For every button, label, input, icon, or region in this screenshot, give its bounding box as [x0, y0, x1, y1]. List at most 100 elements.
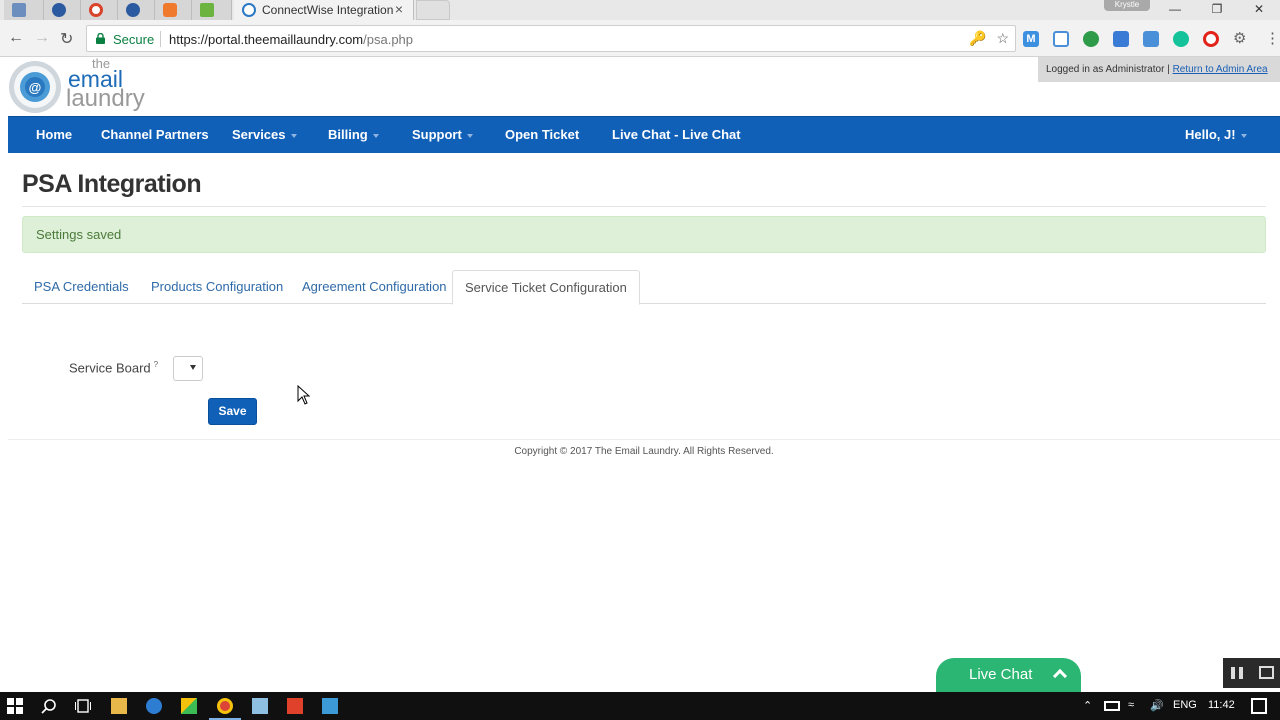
- nav-label: Channel Partners: [101, 127, 209, 142]
- service-board-label-text: Service Board: [69, 360, 151, 376]
- gmail-extension-icon[interactable]: M: [1023, 31, 1039, 47]
- tab-psa-credentials[interactable]: PSA Credentials: [22, 270, 141, 304]
- address-separator: [160, 31, 161, 47]
- main-navigation: Home Channel Partners Services Billing S…: [8, 116, 1280, 153]
- nav-label: Billing: [328, 127, 368, 142]
- app-icon[interactable]: [287, 698, 303, 714]
- tab-title: ConnectWise Integration: [262, 3, 394, 17]
- service-board-label: Service Board?: [69, 360, 158, 375]
- back-arrow-icon[interactable]: ←: [8, 29, 24, 47]
- nav-live-chat[interactable]: Live Chat - Live Chat: [612, 127, 741, 142]
- restore-icon[interactable]: ❐: [1196, 0, 1238, 20]
- browser-tab[interactable]: [155, 0, 192, 20]
- key-icon[interactable]: 🔑: [969, 30, 986, 46]
- app-icon[interactable]: [181, 698, 197, 714]
- caret-down-icon: [372, 133, 379, 138]
- url-path: /psa.php: [363, 32, 414, 47]
- url-text[interactable]: https://portal.theemaillaundry.com/psa.p…: [169, 32, 413, 47]
- nav-label: Support: [412, 127, 462, 142]
- window-controls: — ❐ ✕: [1154, 0, 1280, 20]
- nav-home[interactable]: Home: [36, 127, 72, 142]
- nav-support[interactable]: Support: [412, 127, 473, 142]
- browser-tab[interactable]: [192, 0, 232, 20]
- mouse-cursor-icon: [297, 385, 311, 405]
- save-button[interactable]: Save: [208, 398, 257, 425]
- help-icon[interactable]: ?: [154, 360, 158, 369]
- video-controls: [1223, 658, 1280, 688]
- chrome-icon[interactable]: [217, 698, 233, 714]
- minimize-icon[interactable]: —: [1154, 0, 1196, 20]
- browser-tab-active[interactable]: ConnectWise Integration ×: [234, 0, 414, 20]
- tab-favicon-icon: [52, 3, 66, 17]
- check-extension-icon[interactable]: [1083, 31, 1099, 47]
- action-center-icon[interactable]: [1251, 698, 1267, 714]
- admin-status-bar: Logged in as Administrator | Return to A…: [1038, 57, 1280, 82]
- browser-tab[interactable]: [81, 0, 118, 20]
- title-divider: [22, 206, 1266, 207]
- notepad-icon[interactable]: [252, 698, 268, 714]
- page-title: PSA Integration: [22, 170, 202, 198]
- live-chat-widget[interactable]: Live Chat: [936, 658, 1081, 692]
- chevron-up-icon: [1052, 668, 1068, 684]
- show-hidden-icons-icon[interactable]: ⌃: [1083, 699, 1092, 712]
- browser-tab[interactable]: [4, 0, 44, 20]
- browser-menu-icon[interactable]: ⋮: [1265, 31, 1280, 47]
- bookmark-star-icon[interactable]: ☆: [996, 30, 1009, 46]
- task-view-icon[interactable]: [75, 698, 91, 714]
- address-bar[interactable]: Secure https://portal.theemaillaundry.co…: [86, 25, 1016, 52]
- nav-user-menu[interactable]: Hello, J!: [1185, 127, 1247, 142]
- tab-service-ticket-configuration[interactable]: Service Ticket Configuration: [452, 270, 640, 305]
- volume-icon[interactable]: 🔊: [1150, 699, 1164, 712]
- tab-agreement-configuration[interactable]: Agreement Configuration: [290, 270, 459, 304]
- tab-products-configuration[interactable]: Products Configuration: [139, 270, 295, 304]
- reload-icon[interactable]: ↻: [60, 29, 73, 49]
- lock-icon: [96, 33, 105, 44]
- tab-close-icon[interactable]: ×: [395, 1, 403, 17]
- admin-status-text: Logged in as Administrator |: [1046, 64, 1173, 75]
- footer-divider: [8, 439, 1280, 440]
- copyright-text: Copyright © 2017 The Email Laundry. All …: [514, 446, 774, 457]
- clock[interactable]: 11:42: [1208, 699, 1235, 711]
- app-icon[interactable]: [322, 698, 338, 714]
- picture-in-picture-icon[interactable]: [1259, 666, 1274, 679]
- extension-icon[interactable]: [1143, 31, 1159, 47]
- file-explorer-icon[interactable]: [111, 698, 127, 714]
- secure-label: Secure: [113, 32, 155, 47]
- windows-start-icon[interactable]: [7, 698, 23, 714]
- forward-arrow-icon[interactable]: →: [34, 29, 50, 47]
- browser-tab[interactable]: [44, 0, 81, 20]
- url-host: https://portal.theemaillaundry.com: [169, 32, 364, 47]
- psa-tabs: PSA Credentials Products Configuration A…: [22, 270, 1266, 305]
- language-indicator[interactable]: ENG: [1173, 699, 1197, 711]
- service-board-select[interactable]: [173, 356, 203, 381]
- nav-label: Home: [36, 127, 73, 142]
- wifi-icon[interactable]: ≈: [1128, 699, 1134, 711]
- return-to-admin-link[interactable]: Return to Admin Area: [1173, 64, 1268, 75]
- extension-icon[interactable]: [1053, 31, 1069, 47]
- edge-browser-icon[interactable]: [146, 698, 162, 714]
- caret-down-icon: [466, 133, 473, 138]
- nav-channel-partners[interactable]: Channel Partners: [101, 127, 209, 142]
- settings-gear-icon[interactable]: ⚙: [1233, 31, 1249, 47]
- tab-favicon-icon: [200, 3, 214, 17]
- email-laundry-logo[interactable]: @ the email laundry: [8, 56, 158, 113]
- nav-billing[interactable]: Billing: [328, 127, 379, 142]
- grammarly-extension-icon[interactable]: [1173, 31, 1189, 47]
- browser-toolbar: ← → ↻ Secure https://portal.theemaillaun…: [0, 20, 1280, 57]
- svg-text:@: @: [29, 80, 42, 95]
- logo-emblem-icon: @: [9, 61, 61, 113]
- new-tab-button[interactable]: [416, 0, 450, 20]
- browser-tab[interactable]: [118, 0, 155, 20]
- nav-services[interactable]: Services: [232, 127, 297, 142]
- dropdown-arrow-icon: [190, 365, 196, 370]
- nav-open-ticket[interactable]: Open Ticket: [505, 127, 579, 142]
- battery-icon[interactable]: [1104, 701, 1120, 711]
- pause-icon[interactable]: [1231, 667, 1243, 679]
- tab-favicon-icon: [163, 3, 177, 17]
- user-extension-icon[interactable]: [1113, 31, 1129, 47]
- profile-badge[interactable]: Krystle: [1104, 0, 1150, 11]
- search-icon[interactable]: [41, 698, 57, 714]
- close-window-icon[interactable]: ✕: [1238, 0, 1280, 20]
- opera-extension-icon[interactable]: [1203, 31, 1219, 47]
- windows-taskbar: ⌃ ≈ 🔊 ENG 11:42: [0, 692, 1280, 720]
